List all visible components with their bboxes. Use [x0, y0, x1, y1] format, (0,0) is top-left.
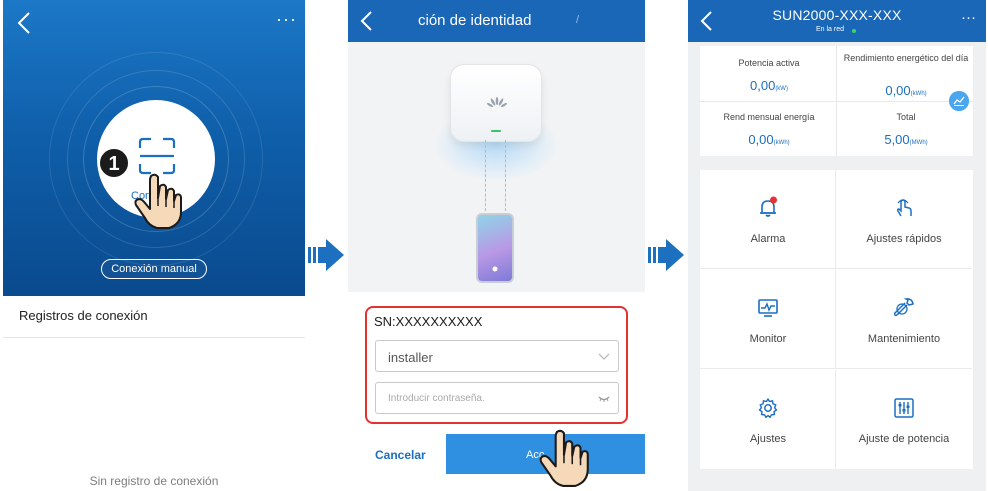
flow-arrow-icon	[308, 239, 344, 271]
function-grid: Alarma Ajustes rápidos Monitor Mantenimi…	[700, 170, 973, 469]
device-home-screen: SUN2000-XXX-XXX En la red ··· Potencia a…	[688, 0, 986, 491]
title-overflow-mark: /	[576, 14, 580, 26]
more-options-icon[interactable]: ···	[961, 10, 976, 25]
back-arrow-icon[interactable]	[13, 10, 37, 36]
tile-label: Ajustes rápidos	[866, 233, 942, 245]
flow-arrow-icon	[648, 239, 684, 271]
cancel-button[interactable]: Cancelar	[375, 448, 426, 462]
tile-alarm[interactable]: Alarma	[700, 170, 836, 269]
username-select[interactable]: installer	[375, 340, 619, 372]
status-led	[491, 130, 501, 132]
more-options-icon[interactable]: ···	[276, 10, 297, 28]
stat-label: Rendimiento energético del día	[843, 53, 969, 63]
trend-chart-icon[interactable]	[949, 91, 969, 111]
divider	[700, 101, 973, 102]
tile-quick-settings[interactable]: Ajustes rápidos	[836, 170, 972, 269]
stat-value: 0,00(kWh)	[748, 132, 790, 147]
tile-power-adjustment[interactable]: Ajuste de potencia	[836, 370, 972, 469]
step-badge: 1	[99, 148, 129, 178]
tap-hand-icon	[539, 429, 589, 487]
stat-value: 0,00(kW)	[750, 78, 788, 93]
monitor-icon	[758, 299, 778, 317]
identity-check-screen: ción de identidad / SN:XXXXXXXXXX instal…	[348, 0, 645, 491]
empty-records-text: Sin registro de conexión	[89, 474, 219, 488]
password-field[interactable]: Introducir contraseña.	[375, 382, 619, 414]
tile-label: Ajustes	[749, 433, 787, 445]
tap-hand-icon	[134, 173, 182, 229]
alarm-bell-icon	[760, 196, 777, 217]
wrench-icon	[893, 298, 914, 317]
device-status: En la red	[816, 26, 845, 33]
hide-password-icon[interactable]	[598, 394, 610, 404]
stat-value: 5,00(MWh)	[884, 132, 928, 147]
tile-maintenance[interactable]: Mantenimiento	[836, 270, 972, 369]
huawei-logo-icon	[486, 97, 508, 108]
tile-monitor[interactable]: Monitor	[700, 270, 836, 369]
tile-label: Ajuste de potencia	[858, 433, 950, 445]
tile-label: Mantenimiento	[867, 333, 941, 345]
device-title: SUN2000-XXX-XXX	[772, 7, 902, 23]
connection-screen: ··· Con 1 Conexión manual Registros de c…	[3, 0, 305, 491]
stat-label: Total	[896, 112, 916, 122]
tile-settings[interactable]: Ajustes	[700, 370, 836, 469]
stat-label: Rend mensual energía	[723, 112, 815, 122]
phone-image	[476, 213, 514, 283]
gear-icon	[758, 398, 778, 419]
tile-label: Alarma	[750, 233, 786, 245]
manual-connection-button[interactable]: Conexión manual	[101, 259, 207, 279]
tile-label: Monitor	[749, 333, 787, 345]
page-title: ción de identidad	[418, 12, 532, 29]
stat-label: Potencia activa	[738, 58, 800, 68]
back-arrow-icon[interactable]	[356, 9, 378, 33]
phone-logo-icon	[492, 266, 498, 272]
chevron-down-icon	[598, 353, 610, 360]
username-value: installer	[388, 350, 433, 365]
online-status-dot	[852, 29, 856, 33]
signal-line	[485, 140, 486, 216]
connection-records-header[interactable]: Registros de conexión	[3, 296, 305, 338]
password-placeholder: Introducir contraseña.	[388, 393, 485, 404]
serial-number: SN:XXXXXXXXXX	[374, 314, 483, 329]
signal-line	[505, 140, 506, 216]
qr-scan-icon	[138, 137, 176, 175]
quick-settings-hand-icon	[896, 199, 912, 217]
sliders-icon	[894, 398, 914, 418]
